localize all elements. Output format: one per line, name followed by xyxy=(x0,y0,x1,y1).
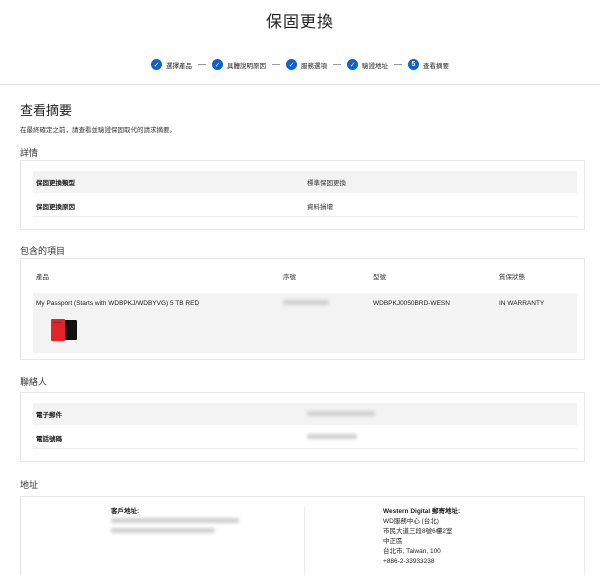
wd-address-line: 台北市, Taiwan, 100 xyxy=(383,548,441,555)
details-section-title: 詳情 xyxy=(20,148,39,158)
step-number-badge: 5 xyxy=(408,59,419,70)
step-label: 服務選項 xyxy=(301,62,327,70)
step-verify-address[interactable]: ✓ 驗證地址 xyxy=(347,59,388,70)
step-reason[interactable]: ✓ 具體說明原因 xyxy=(212,59,266,70)
product-image xyxy=(51,319,77,341)
contact-key: 電話號碼 xyxy=(36,435,62,443)
step-review-summary: 5 查看摘要 xyxy=(408,59,449,70)
page-title: 保固更換 xyxy=(265,14,334,31)
address-section-title: 地址 xyxy=(20,480,39,490)
table-row: My Passport (Starts with WDBPKJ/WDBYVG) … xyxy=(33,293,577,353)
check-icon: ✓ xyxy=(212,59,223,70)
customer-address-redacted xyxy=(111,517,239,537)
header-divider xyxy=(0,84,600,85)
details-card: 保固更換類型 標準保固更換 保固更換原因 資料損壞 xyxy=(20,160,585,230)
contact-row-phone: 電話號碼 xyxy=(33,427,577,449)
step-separator xyxy=(272,64,280,65)
detail-row-reason: 保固更換原因 資料損壞 xyxy=(33,195,577,217)
detail-key: 保固更換原因 xyxy=(36,203,75,211)
contact-key: 電子郵件 xyxy=(36,412,62,419)
warranty-status: IN WARRANTY xyxy=(499,300,545,307)
summary-description: 在最終確定之前，請查看並驗證保固取代的請求摘要。 xyxy=(20,127,176,134)
detail-key: 保固更換類型 xyxy=(36,180,75,187)
wd-phone: +886-2-33933238 xyxy=(383,558,435,565)
detail-row-type: 保固更換類型 標準保固更換 xyxy=(33,171,577,193)
header-status: 質保狀態 xyxy=(499,274,525,281)
wd-address-line: WD服務中心 (台北) xyxy=(383,518,439,525)
contact-section-title: 聯絡人 xyxy=(20,377,48,387)
serial-number-redacted xyxy=(283,300,373,307)
phone-redacted xyxy=(307,434,357,441)
wd-address-line: 市民大道三段8號6樓2室 xyxy=(383,528,453,535)
detail-value: 資料損壞 xyxy=(307,203,333,211)
detail-value: 標準保固更換 xyxy=(307,180,346,187)
items-section-title: 包含的項目 xyxy=(20,246,66,256)
items-card: 產品 序號 型號 質保狀態 My Passport (Starts with W… xyxy=(20,258,585,360)
wd-address-title: Western Digital 郵寄地址: xyxy=(383,508,461,515)
summary-title: 查看摘要 xyxy=(20,103,73,118)
contact-row-email: 電子郵件 xyxy=(33,403,577,425)
step-separator xyxy=(198,64,206,65)
check-icon: ✓ xyxy=(347,59,358,70)
wd-address: Western Digital 郵寄地址: WD服務中心 (台北) 市民大道三段… xyxy=(383,507,460,567)
items-table-header: 產品 序號 型號 質保狀態 xyxy=(33,271,577,281)
step-label: 具體說明原因 xyxy=(227,62,266,70)
contact-card: 電子郵件 電話號碼 xyxy=(20,392,585,462)
product-name: My Passport (Starts with WDBPKJ/WDBYVG) … xyxy=(36,300,200,307)
step-label: 查看摘要 xyxy=(423,62,449,70)
address-card: 客戶地址: Western Digital 郵寄地址: WD服務中心 (台北) … xyxy=(20,496,585,575)
address-divider xyxy=(304,507,305,575)
email-redacted xyxy=(307,410,375,418)
customer-address-title: 客戶地址: xyxy=(111,508,140,515)
progress-stepper: ✓ 選擇產品 ✓ 具體說明原因 ✓ 服務選項 ✓ 驗證地址 5 查看摘要 xyxy=(0,59,600,70)
wd-address-line: 中正區 xyxy=(383,538,403,545)
step-separator xyxy=(394,64,402,65)
step-service-options[interactable]: ✓ 服務選項 xyxy=(286,59,327,70)
header-model: 型號 xyxy=(373,274,386,281)
check-icon: ✓ xyxy=(151,59,162,70)
check-icon: ✓ xyxy=(286,59,297,70)
step-label: 驗證地址 xyxy=(362,62,388,70)
model-number: WDBPKJ0050BRD-WESN xyxy=(373,300,450,307)
customer-address: 客戶地址: xyxy=(111,507,239,537)
step-select-product[interactable]: ✓ 選擇產品 xyxy=(151,59,192,70)
step-label: 選擇產品 xyxy=(166,62,192,70)
step-separator xyxy=(333,64,341,65)
header-serial: 序號 xyxy=(283,274,296,281)
header-product: 產品 xyxy=(36,274,49,281)
